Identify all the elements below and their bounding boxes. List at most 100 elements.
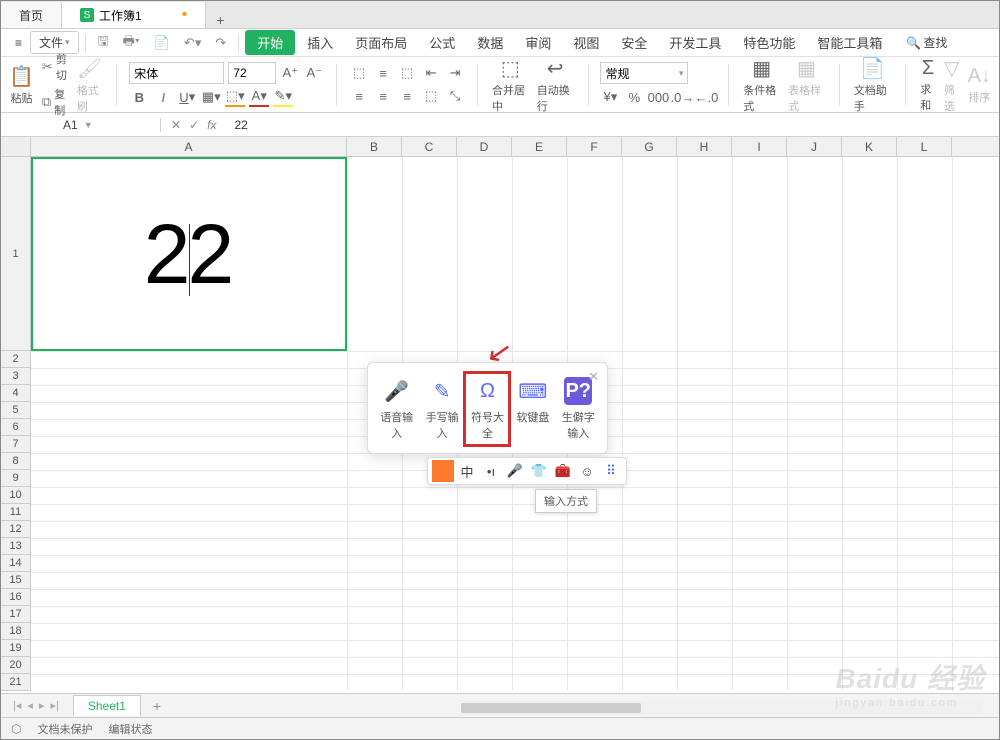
row-header-3[interactable]: 3 <box>1 368 30 385</box>
qa-redo-icon[interactable]: ↷ <box>209 32 232 54</box>
currency-icon[interactable]: ¥▾ <box>600 87 620 107</box>
sheet-add-button[interactable]: + <box>145 698 169 714</box>
align-middle-icon[interactable]: ≡ <box>373 63 393 83</box>
filter-button[interactable]: ▽筛选 <box>942 56 962 114</box>
row-header-14[interactable]: 14 <box>1 555 30 572</box>
format-painter-button[interactable]: 🖌格式刷 <box>75 56 105 114</box>
align-bottom-icon[interactable]: ⬚ <box>397 63 417 83</box>
highlight-icon[interactable]: ✎▾ <box>273 87 293 107</box>
ribbon-tab-data[interactable]: 数据 <box>467 29 513 56</box>
ribbon-tab-smarttools[interactable]: 智能工具箱 <box>807 29 892 56</box>
sheet-nav-next-icon[interactable]: ▸ <box>37 699 47 712</box>
row-header-17[interactable]: 17 <box>1 606 30 623</box>
row-header-6[interactable]: 6 <box>1 419 30 436</box>
ribbon-tab-features[interactable]: 特色功能 <box>733 29 805 56</box>
font-name-select[interactable] <box>129 62 224 84</box>
copy-button[interactable]: ⧉复制 <box>40 85 71 119</box>
ime-handwrite-button[interactable]: ✎手写输入 <box>420 373 464 445</box>
wrap-text-button[interactable]: ↩自动换行 <box>535 56 576 114</box>
col-header-A[interactable]: A <box>31 137 347 156</box>
col-header-D[interactable]: D <box>457 137 512 156</box>
ime-close-icon[interactable]: ✕ <box>588 369 599 385</box>
search-button[interactable]: 🔍 查找 <box>900 31 953 54</box>
ime-softkbd-button[interactable]: ⌨软键盘 <box>511 373 555 445</box>
align-left-icon[interactable]: ≡ <box>349 86 369 106</box>
ribbon-tab-insert[interactable]: 插入 <box>297 29 343 56</box>
row-header-11[interactable]: 11 <box>1 504 30 521</box>
qa-undo-icon[interactable]: ↶▾ <box>178 32 207 54</box>
font-grow-icon[interactable]: A⁺ <box>280 63 300 83</box>
align-center-icon[interactable]: ≡ <box>373 86 393 106</box>
number-format-select[interactable]: 常规▾ <box>600 62 688 84</box>
select-all-corner[interactable] <box>1 137 31 156</box>
percent-icon[interactable]: % <box>624 87 644 107</box>
inc-decimal-icon[interactable]: .0→ <box>672 87 692 107</box>
ime-symbols-button[interactable]: Ω符号大全 <box>465 373 509 445</box>
col-header-G[interactable]: G <box>622 137 677 156</box>
ime-toolbox-icon[interactable]: 🧰 <box>552 460 574 482</box>
cell-A1[interactable]: 22 <box>31 157 347 351</box>
row-header-9[interactable]: 9 <box>1 470 30 487</box>
ime-emoji-icon[interactable]: ☺ <box>576 460 598 482</box>
col-header-B[interactable]: B <box>347 137 402 156</box>
ribbon-tab-formula[interactable]: 公式 <box>419 29 465 56</box>
sum-button[interactable]: Σ求和 <box>918 57 938 113</box>
row-header-20[interactable]: 20 <box>1 657 30 674</box>
align-right-icon[interactable]: ≡ <box>397 86 417 106</box>
ime-skin-icon[interactable]: 👕 <box>528 460 550 482</box>
formula-input[interactable]: 22 <box>226 118 247 132</box>
row-header-19[interactable]: 19 <box>1 640 30 657</box>
sheet-nav-prev-icon[interactable]: ◂ <box>25 699 35 712</box>
ime-punct-icon[interactable]: •ı <box>480 460 502 482</box>
col-header-J[interactable]: J <box>787 137 842 156</box>
col-header-I[interactable]: I <box>732 137 787 156</box>
ribbon-tab-security[interactable]: 安全 <box>611 29 657 56</box>
ribbon-tab-review[interactable]: 审阅 <box>515 29 561 56</box>
table-style-button[interactable]: ▦表格样式 <box>786 56 827 114</box>
indent-inc-icon[interactable]: ⇥ <box>445 63 465 83</box>
bold-icon[interactable]: B <box>129 87 149 107</box>
dec-decimal-icon[interactable]: ←.0 <box>696 87 716 107</box>
font-color-icon[interactable]: A▾ <box>249 87 269 107</box>
sheet-nav-first-icon[interactable]: |◂ <box>11 699 23 712</box>
sheet-tab-1[interactable]: Sheet1 <box>73 695 141 716</box>
row-header-16[interactable]: 16 <box>1 589 30 606</box>
tab-add-button[interactable]: + <box>206 12 234 28</box>
ime-logo-icon[interactable] <box>432 460 454 482</box>
qa-preview-icon[interactable]: 📄 <box>148 32 176 54</box>
ime-voice-button[interactable]: 🎤语音输入 <box>375 373 419 445</box>
row-header-5[interactable]: 5 <box>1 402 30 419</box>
ribbon-tab-view[interactable]: 视图 <box>563 29 609 56</box>
fill-color-icon[interactable]: ⬚▾ <box>225 87 245 107</box>
row-header-12[interactable]: 12 <box>1 521 30 538</box>
sheet-nav-last-icon[interactable]: ▸| <box>48 699 60 712</box>
col-header-F[interactable]: F <box>567 137 622 156</box>
cut-button[interactable]: ✂剪切 <box>40 50 71 84</box>
row-header-15[interactable]: 15 <box>1 572 30 589</box>
ribbon-tab-devtools[interactable]: 开发工具 <box>659 29 731 56</box>
row-header-8[interactable]: 8 <box>1 453 30 470</box>
ribbon-tab-start[interactable]: 开始 <box>245 30 295 55</box>
font-shrink-icon[interactable]: A⁻ <box>304 63 324 83</box>
ime-toolbar[interactable]: 中 •ı 🎤 👕 🧰 ☺ ⠿ <box>427 457 627 485</box>
fx-confirm-icon[interactable]: ✓ <box>189 118 199 132</box>
underline-icon[interactable]: U▾ <box>177 87 197 107</box>
indent-dec-icon[interactable]: ⇤ <box>421 63 441 83</box>
fx-icon[interactable]: fx <box>207 118 216 132</box>
merge-center-button[interactable]: ⬚合并居中 <box>490 56 531 114</box>
cond-format-button[interactable]: ▦条件格式 <box>741 56 782 114</box>
row-header-2[interactable]: 2 <box>1 351 30 368</box>
sort-button[interactable]: A↓排序 <box>966 65 993 105</box>
col-header-C[interactable]: C <box>402 137 457 156</box>
col-header-H[interactable]: H <box>677 137 732 156</box>
name-box[interactable]: A1▼ <box>1 118 161 132</box>
ribbon-tab-pagelayout[interactable]: 页面布局 <box>345 29 417 56</box>
qa-print-icon[interactable]: 🖶▾ <box>117 29 146 57</box>
col-header-E[interactable]: E <box>512 137 567 156</box>
row-header-7[interactable]: 7 <box>1 436 30 453</box>
row-header-21[interactable]: 21 <box>1 674 30 691</box>
italic-icon[interactable]: I <box>153 87 173 107</box>
col-header-L[interactable]: L <box>897 137 952 156</box>
fx-cancel-icon[interactable]: ✕ <box>171 118 181 132</box>
horizontal-scrollbar[interactable] <box>461 701 983 715</box>
